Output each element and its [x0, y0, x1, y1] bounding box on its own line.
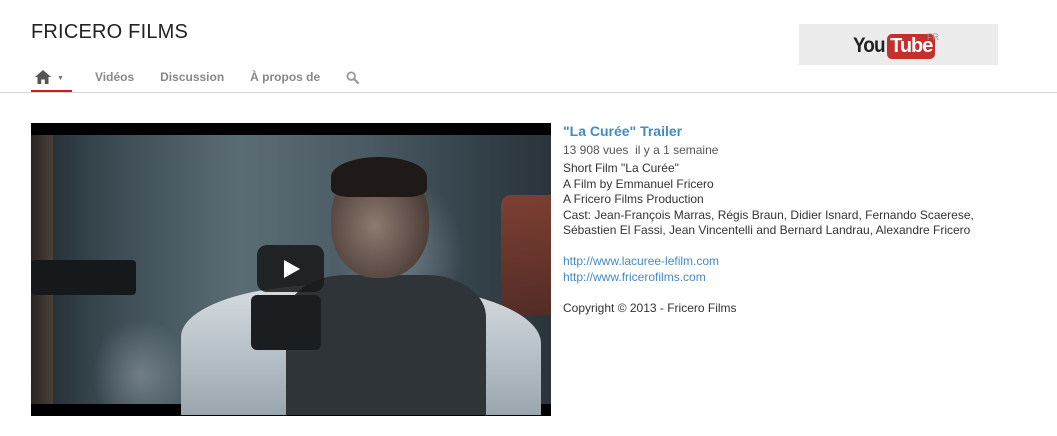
thumbnail-gun-left: [31, 260, 136, 295]
country-code: FR: [927, 32, 939, 42]
thumbnail-car: [501, 195, 551, 315]
search-button[interactable]: [346, 62, 360, 92]
tab-discussion[interactable]: Discussion: [160, 62, 224, 92]
tab-videos[interactable]: Vidéos: [95, 62, 134, 92]
video-meta: 13 908 vues il y a 1 semaine: [563, 143, 1043, 159]
description-line: A Film by Emmanuel Fricero: [563, 176, 714, 191]
play-button[interactable]: [257, 245, 324, 292]
view-count: 13 908 vues: [563, 142, 629, 157]
channel-title: FRICERO FILMS: [31, 21, 189, 43]
website-link[interactable]: http://www.fricerofilms.com: [563, 270, 1043, 286]
chevron-down-icon[interactable]: ▼: [57, 75, 64, 82]
video-info: "La Curée" Trailer 13 908 vues il y a 1 …: [563, 123, 1043, 317]
video-description: Short Film "La Curée" A Film by Emmanuel…: [563, 161, 1043, 317]
tab-home[interactable]: ▼: [31, 62, 72, 93]
youtube-logo-badge[interactable]: You Tube FR: [799, 24, 998, 65]
video-title-link[interactable]: "La Curée" Trailer: [563, 123, 1043, 140]
header-divider: [0, 92, 1057, 93]
tab-about[interactable]: À propos de: [250, 62, 320, 92]
description-line: Sébastien El Fassi, Jean Vincentelli and…: [563, 223, 971, 237]
copyright-text: Copyright © 2013 - Fricero Films: [563, 301, 737, 315]
youtube-logo[interactable]: You Tube: [853, 33, 936, 59]
home-icon: [35, 70, 51, 84]
description-line: Cast: Jean-François Marras, Régis Braun,…: [563, 207, 974, 222]
description-line: Short Film "La Curée": [563, 161, 679, 175]
video-player[interactable]: [31, 123, 551, 416]
youtube-logo-you: You: [853, 34, 886, 57]
description-line: A Fricero Films Production: [563, 192, 704, 206]
upload-age: il y a 1 semaine: [635, 142, 719, 157]
channel-nav: ▼ Vidéos Discussion À propos de: [31, 62, 360, 93]
search-icon: [346, 70, 360, 84]
website-link[interactable]: http://www.lacuree-lefilm.com: [563, 254, 1043, 270]
thumbnail-gun-right: [251, 295, 321, 350]
thumbnail-hair: [331, 157, 427, 197]
